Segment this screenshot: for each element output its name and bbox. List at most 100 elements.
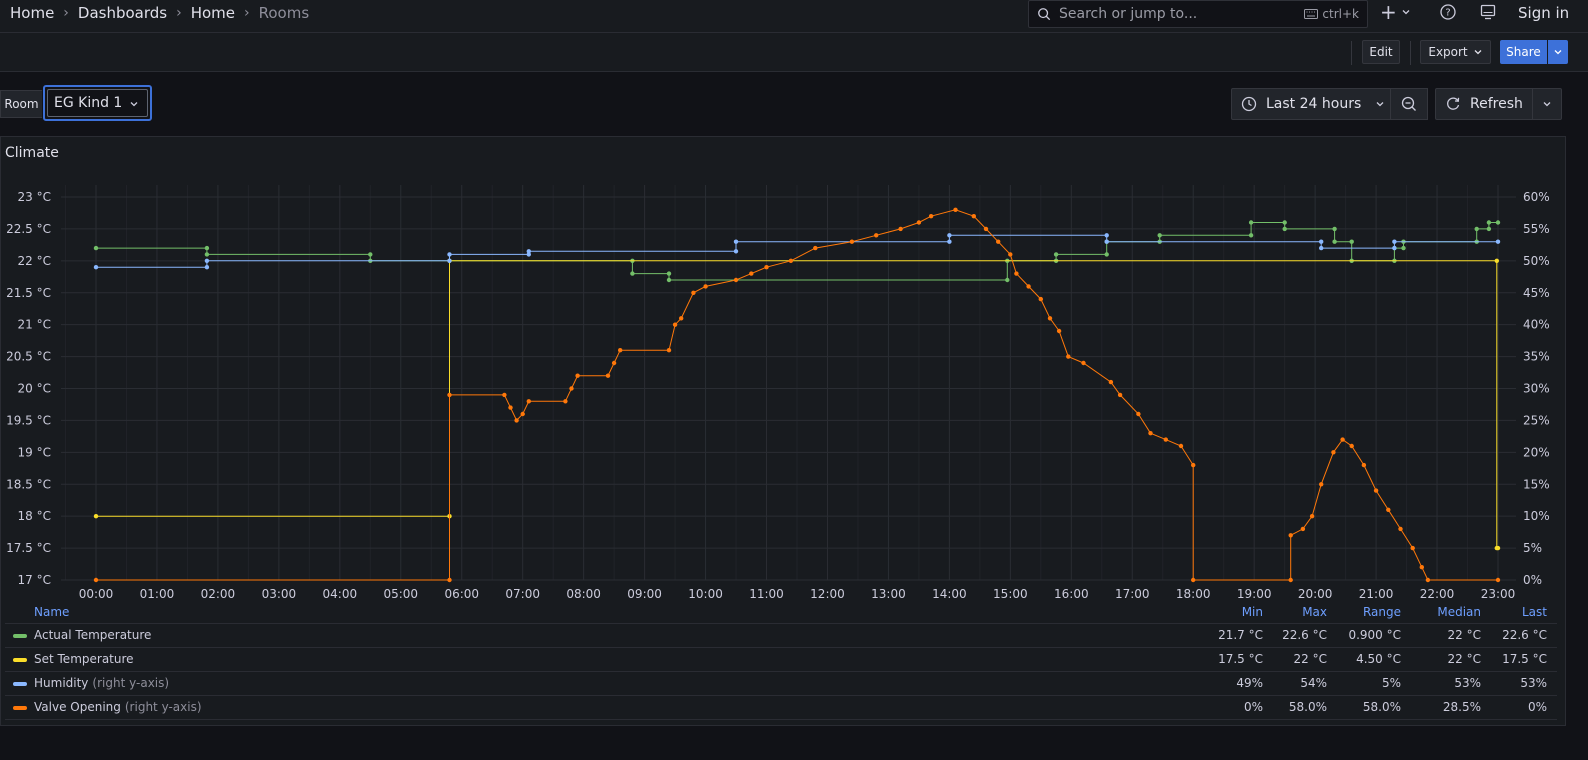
series-point (916, 220, 922, 225)
y-left-tick-label: 19.5 °C (6, 413, 51, 427)
series-point (1373, 488, 1379, 493)
legend-max-value: 22 °C (1293, 652, 1327, 666)
kiosk-mode-button[interactable] (1480, 4, 1496, 20)
series-point (1066, 354, 1071, 359)
series-point (1319, 239, 1324, 244)
series-point (666, 277, 672, 283)
series-point (605, 373, 611, 378)
export-button[interactable]: Export (1420, 40, 1491, 64)
y-right-tick-label: 5% (1523, 541, 1542, 555)
series-point (666, 271, 672, 276)
new-menu-button[interactable]: + (1380, 2, 1411, 22)
legend-range-value: 0.900 °C (1348, 628, 1401, 642)
shortcut-label: ctrl+k (1322, 7, 1359, 21)
room-variable-select[interactable]: EG Kind 1 (43, 85, 152, 121)
sign-in-link[interactable]: Sign in (1518, 4, 1569, 22)
series-point (1136, 411, 1141, 417)
series-point (508, 405, 513, 410)
series-point (204, 245, 210, 251)
legend-series-label: Set Temperature (34, 652, 134, 666)
series-point (947, 233, 952, 238)
y-right-tick-label: 15% (1523, 477, 1550, 491)
time-range-picker[interactable]: Last 24 hours (1231, 88, 1391, 120)
search-input[interactable]: Search or jump to... ctrl+k (1028, 0, 1368, 28)
legend-series-name: Actual Temperature (34, 628, 151, 642)
chevron-down-icon (1402, 10, 1410, 15)
legend-col-name[interactable]: Name (34, 605, 69, 619)
keyboard-shortcut: ctrl+k (1304, 7, 1359, 21)
series-point (618, 348, 623, 353)
series-point (1157, 233, 1162, 238)
y-right-tick-label: 25% (1523, 413, 1550, 427)
legend-col-max[interactable]: Max (1302, 605, 1327, 619)
legend-min-value: 17.5 °C (1218, 652, 1263, 666)
series-point (1495, 239, 1501, 244)
legend-col-range[interactable]: Range (1363, 605, 1401, 619)
series-point (93, 265, 99, 270)
series-point (691, 290, 696, 295)
series-point (898, 226, 903, 232)
x-tick-label: 21:00 (1359, 587, 1394, 601)
series-point (1386, 507, 1391, 512)
series-point (1104, 252, 1109, 257)
series-point (204, 265, 210, 270)
x-tick-label: 05:00 (383, 587, 418, 601)
series-point (1340, 437, 1345, 442)
series-point (1300, 526, 1306, 532)
refresh-button[interactable]: Refresh (1435, 88, 1533, 120)
series-point (1282, 220, 1287, 225)
breadcrumb: Home › Dashboards › Home › Rooms (10, 4, 309, 22)
x-tick-label: 13:00 (871, 587, 906, 601)
chevron-right-icon: › (244, 5, 250, 21)
series-point (569, 386, 574, 391)
y-right-tick-label: 50% (1523, 254, 1550, 268)
series-point (1191, 462, 1196, 468)
climate-chart[interactable]: 17 °C 17.5 °C 18 °C 18.5 °C 19 °C 19.5 °C 20 °… (1, 137, 1567, 607)
legend-median-value: 22 °C (1447, 628, 1481, 642)
dashboard-toolbar: Edit Export Share (0, 33, 1588, 72)
series-point (764, 265, 769, 270)
legend-col-min[interactable]: Min (1242, 605, 1263, 619)
series-point (1398, 526, 1403, 532)
legend-median-value: 28.5% (1442, 700, 1481, 714)
x-tick-label: 02:00 (201, 587, 236, 601)
legend-color-swatch (13, 658, 27, 662)
series-point (1332, 226, 1337, 232)
x-tick-label: 18:00 (1176, 587, 1211, 601)
legend-row[interactable]: Set Temperature 17.5 °C 22 °C 4.50 °C 22 °C 1… (5, 647, 1557, 671)
series-point (1081, 360, 1086, 366)
legend-min-value: 0% (1243, 700, 1263, 714)
y-left-tick-label: 17.5 °C (6, 541, 51, 555)
series-point (1026, 284, 1031, 289)
chevron-down-icon (130, 102, 138, 107)
series-point (1419, 565, 1425, 570)
share-menu-button[interactable] (1548, 40, 1568, 64)
legend-series-label: Actual Temperature (34, 628, 152, 642)
y-right-tick-label: 30% (1523, 382, 1550, 396)
legend-series-name: Humidity (right y-axis) (34, 676, 169, 690)
x-tick-label: 06:00 (444, 587, 479, 601)
x-tick-label: 00:00 (79, 587, 114, 601)
share-button[interactable]: Share (1500, 40, 1547, 64)
help-button[interactable]: ? (1440, 4, 1456, 20)
legend-row[interactable]: Actual Temperature 21.7 °C 22.6 °C 0.900 °C… (5, 623, 1557, 647)
chevron-down-icon (1474, 50, 1482, 55)
refresh-interval-button[interactable] (1532, 88, 1562, 120)
legend-max-value: 22.6 °C (1282, 628, 1327, 642)
series-point (703, 284, 708, 289)
legend-col-last[interactable]: Last (1522, 605, 1547, 619)
series-point (1392, 239, 1397, 244)
breadcrumb-home-folder[interactable]: Home (191, 4, 235, 22)
breadcrumb-dashboards[interactable]: Dashboards (78, 4, 167, 22)
zoom-out-button[interactable] (1390, 88, 1428, 120)
y-right-tick-label: 0% (1523, 573, 1542, 587)
legend-median-value: 22 °C (1447, 652, 1481, 666)
edit-button[interactable]: Edit (1362, 40, 1400, 64)
series-point (447, 392, 452, 398)
legend-col-median[interactable]: Median (1437, 605, 1481, 619)
legend-row[interactable]: Humidity (right y-axis) 49% 54% 5% 53% 53% (5, 671, 1557, 695)
y-left-tick-label: 22.5 °C (6, 222, 51, 236)
legend-row[interactable]: Valve Opening (right y-axis) 0% 58.0% 58.0% 2… (5, 695, 1557, 720)
breadcrumb-home[interactable]: Home (10, 4, 54, 22)
series-point (1056, 328, 1062, 334)
